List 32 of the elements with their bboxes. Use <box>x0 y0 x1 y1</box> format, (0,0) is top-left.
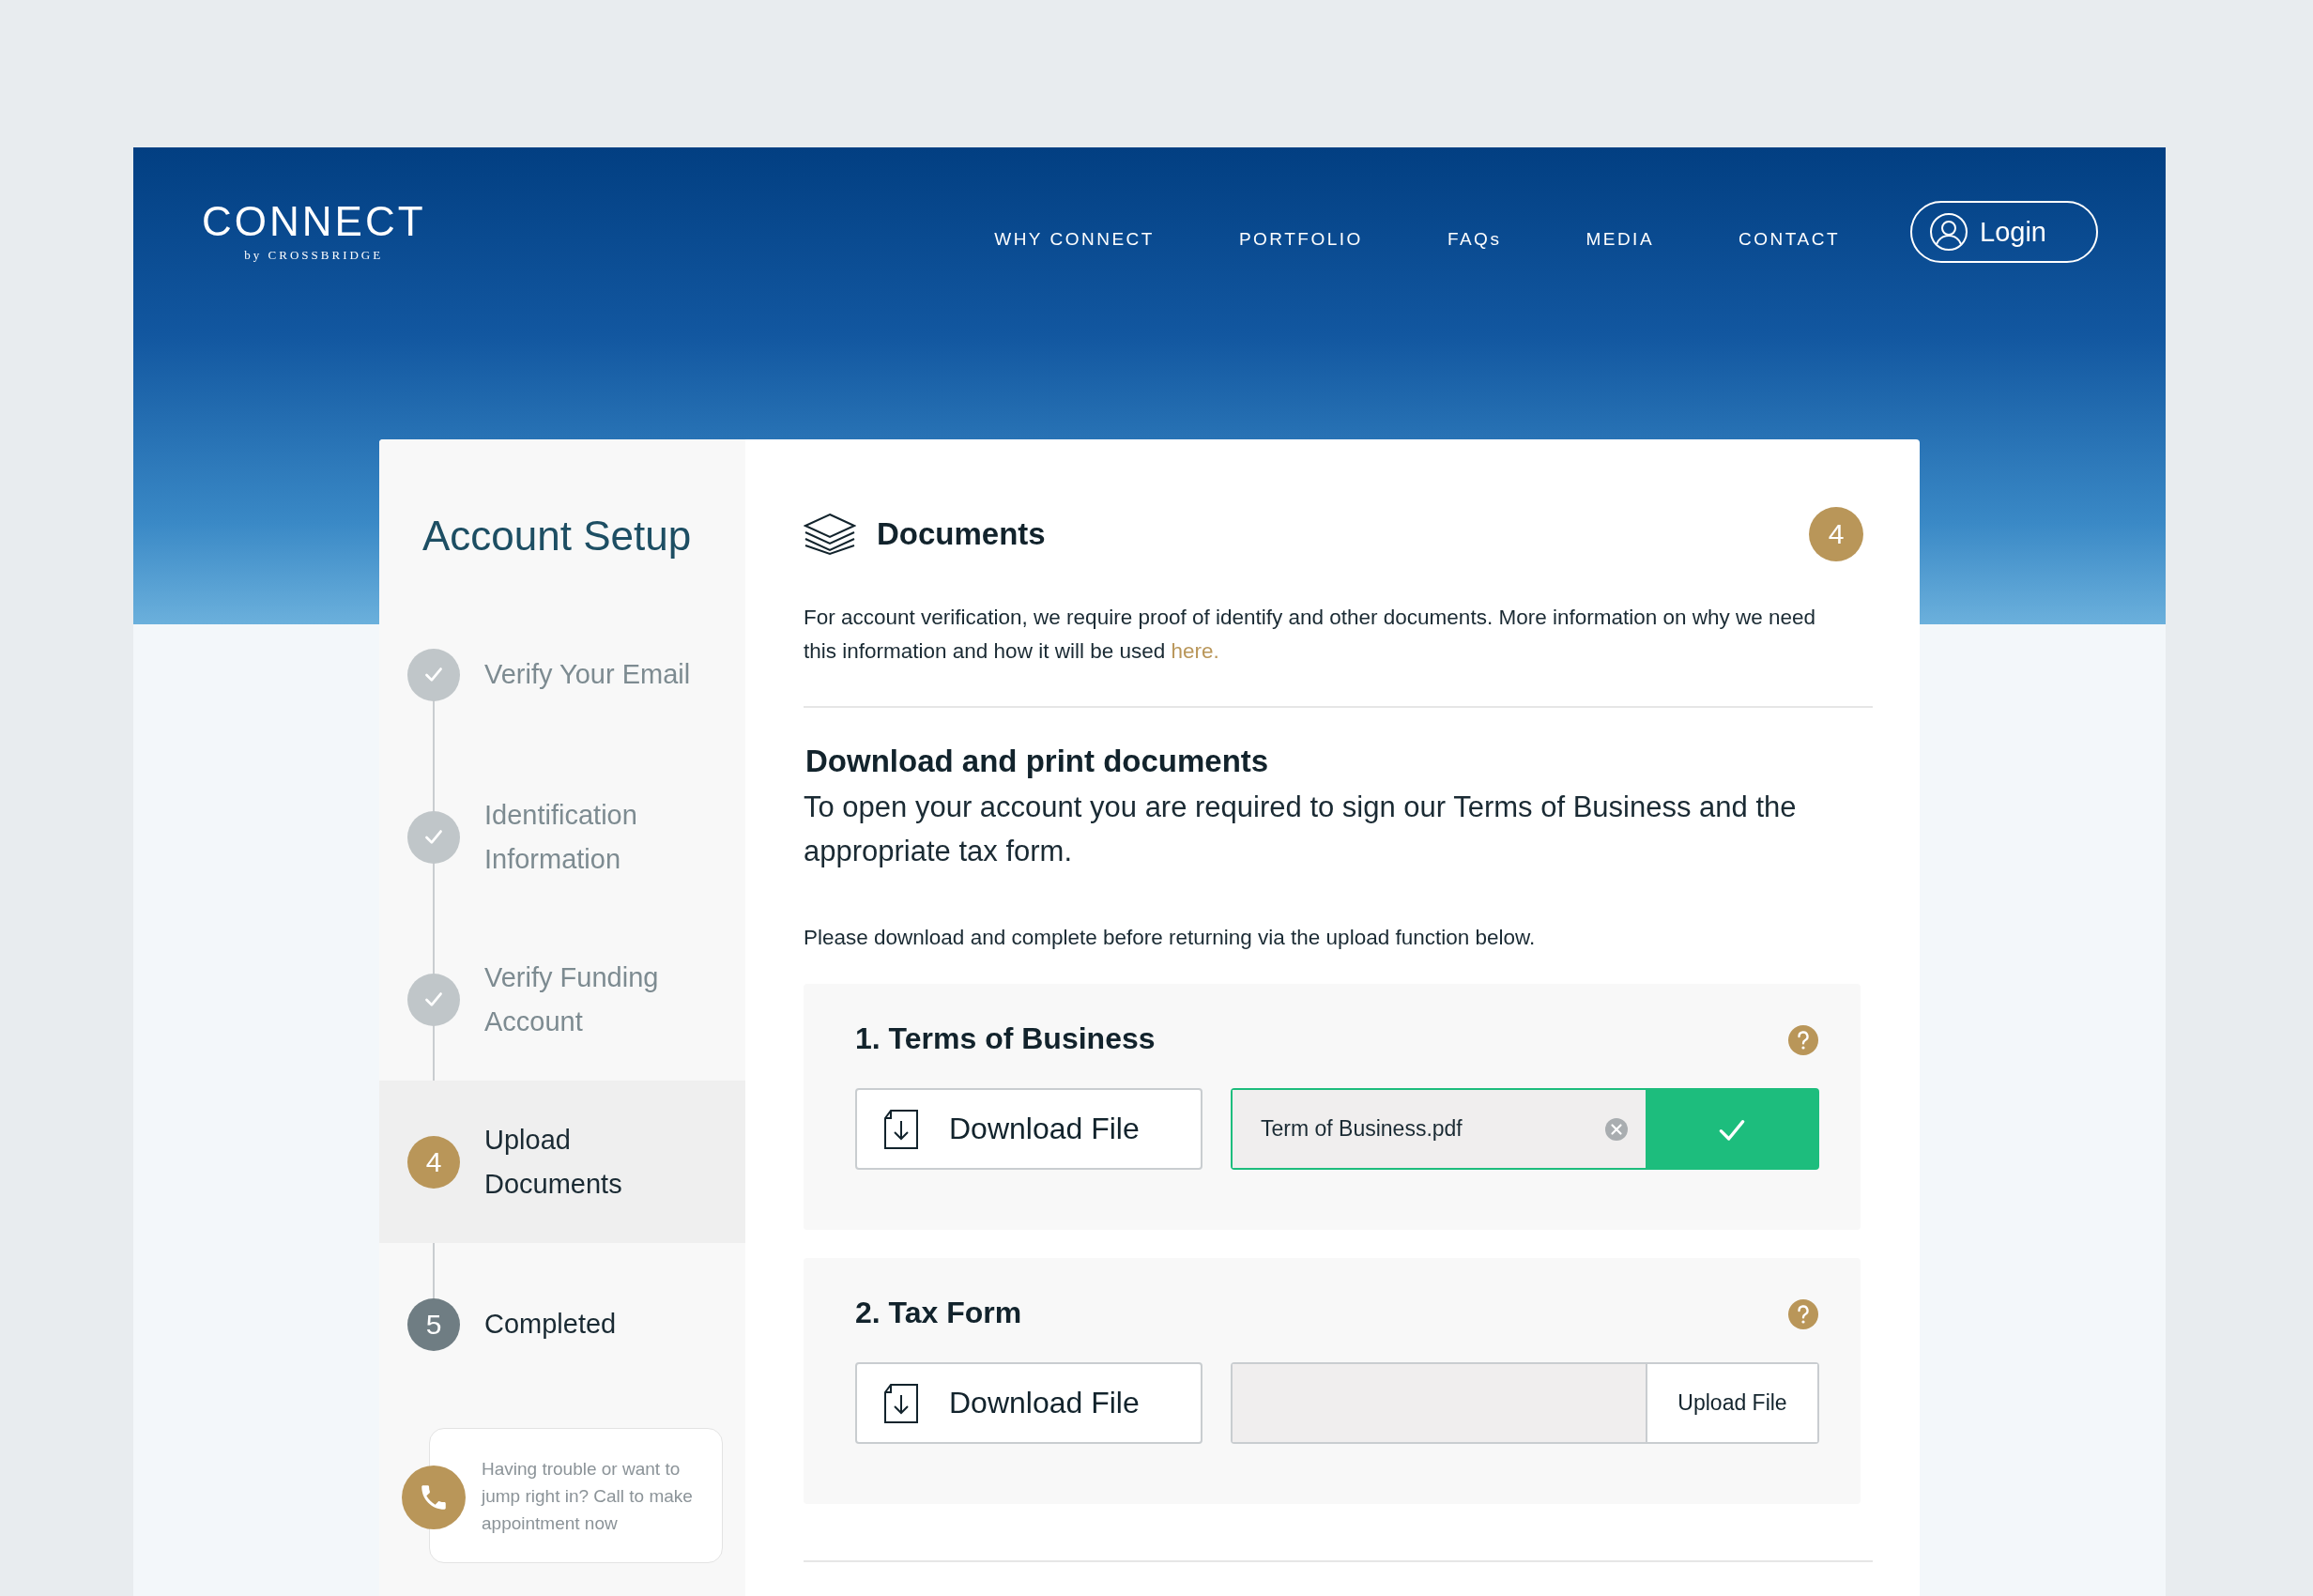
document-title: 2. Tax Form <box>855 1296 1022 1330</box>
intro-text: For account verification, we require proof of identify and other documents. More information on why we need this information and how it will be used here. <box>804 605 1817 665</box>
download-button[interactable]: Download File <box>855 1362 1202 1444</box>
nav-link[interactable]: FAQs <box>1404 220 1544 259</box>
download-button[interactable]: Download File <box>855 1088 1202 1170</box>
layers-icon <box>804 513 856 556</box>
login-button[interactable]: Login <box>1910 201 2098 263</box>
section-title: Documents <box>877 516 1046 552</box>
step-badge: 4 <box>1809 507 1863 561</box>
file-name: Term of Business.pdf <box>1261 1116 1463 1142</box>
clear-icon[interactable] <box>1604 1116 1629 1142</box>
nav-link[interactable]: PORTFOLIO <box>1196 220 1405 259</box>
logo[interactable]: CONNECT by CROSSBRIDGE <box>202 201 426 263</box>
step-number: 4 <box>407 1135 460 1189</box>
lead-text: To open your account you are required to sign our Terms of Business and the appropriate tax form. <box>804 790 1798 869</box>
help-note: Having trouble or want to jump right in? Call to make appointment now <box>429 1428 723 1563</box>
section-heading: Download and print documents <box>805 744 1270 779</box>
nav-link[interactable]: CONTACT <box>1696 220 1882 259</box>
step-label[interactable]: Upload Documents <box>484 1117 705 1206</box>
step-number: 5 <box>407 1297 460 1351</box>
help-icon[interactable] <box>1787 1298 1819 1330</box>
step-label[interactable]: Completed <box>484 1302 705 1346</box>
document-title: 1. Terms of Business <box>855 1021 1156 1056</box>
download-file-icon <box>881 1382 921 1424</box>
nav-link[interactable]: MEDIA <box>1543 220 1697 259</box>
uploaded-file-field[interactable]: Term of Business.pdf <box>1231 1088 1819 1170</box>
sidebar-title: Account Setup <box>421 512 693 560</box>
download-file-icon <box>881 1108 921 1150</box>
user-icon <box>1929 212 1968 252</box>
help-icon[interactable] <box>1787 1024 1819 1056</box>
nav-link[interactable]: WHY CONNECT <box>952 220 1197 259</box>
instruction-text: Please download and complete before returning via the upload function below. <box>804 926 1537 950</box>
